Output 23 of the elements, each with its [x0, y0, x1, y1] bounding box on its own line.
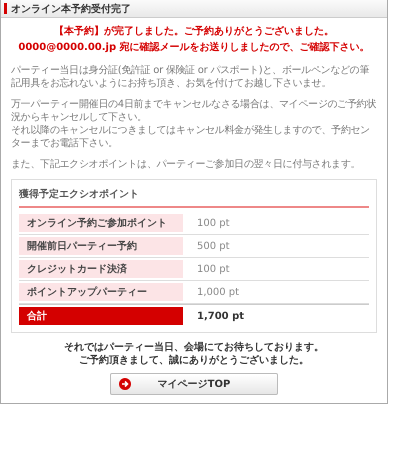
closing-text: ご予約頂きまして、誠にありがとうございました。 [78, 354, 310, 367]
notice-text: 万一パーティー開催日の4日前までキャンセルなさる場合は、マイページのご予約状況からキャンセルして下さい。 [11, 98, 377, 124]
notice-text: それ以降のキャンセルにつきましてはキャンセル料金が発生しますので、予約センターまでお電話下さい。 [11, 124, 371, 150]
confirmation-message: 【本予約】が完了しました。ご予約ありがとうございました。 [53, 24, 335, 39]
points-value: 100 pt [197, 218, 230, 228]
closing-text: それではパーティー当日、会場にてお待ちしております。 [63, 341, 325, 354]
mypage-button[interactable]: マイページTOP [110, 373, 278, 395]
title-marker [4, 3, 7, 14]
confirmation-message: 0000@0000.00.jp 宛に確認メールをお送りしましたので、ご確認下さい。 [17, 40, 371, 55]
points-value: 100 pt [197, 264, 230, 274]
notice-text: パーティー当日は身分証(免許証 or 保険証 or パスポート)と、ボールペンなどの筆記用具をお忘れないようにお持ち頂き、お気を付けてお越し下さいませ。 [11, 64, 370, 90]
points-label: 開催前日パーティー予約 [19, 237, 183, 255]
total-value: 1,700 pt [197, 310, 244, 322]
points-value: 500 pt [197, 240, 230, 252]
total-label: 合計 [19, 307, 183, 325]
points-label: オンライン予約ご参加ポイント [19, 214, 183, 232]
notice-text: また、下記エクシオポイントは、パーティーご参加日の翌々日に付与されます。 [11, 158, 362, 171]
page-title: オンライン本予約受付完了 [11, 2, 131, 16]
points-value: 1,000 pt [197, 286, 240, 298]
points-label: クレジットカード決済 [19, 260, 183, 278]
points-label: ポイントアップパーティー [19, 283, 183, 301]
points-heading: 獲得予定エクシオポイント [19, 180, 369, 208]
arrow-icon [119, 378, 131, 390]
